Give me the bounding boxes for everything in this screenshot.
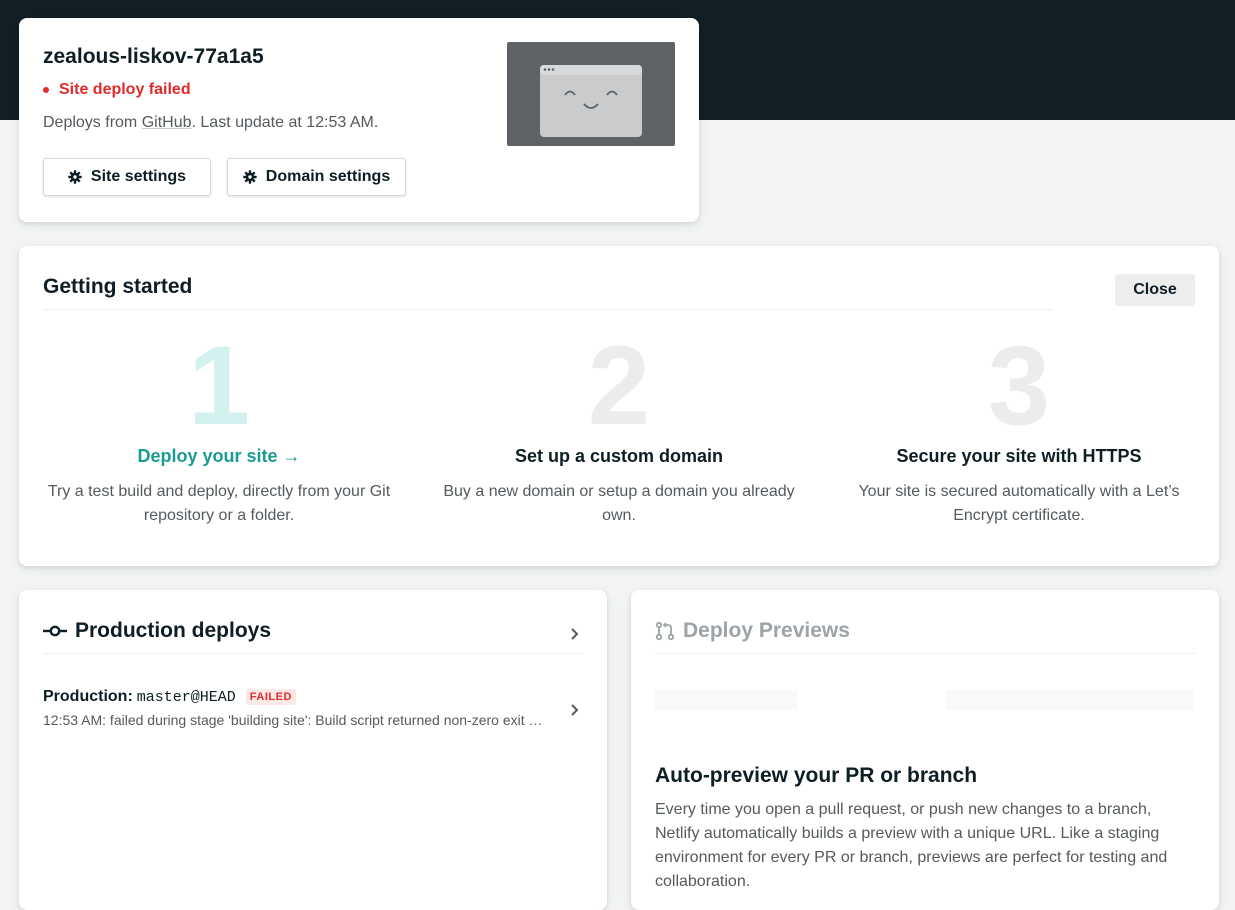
- step-title: Set up a custom domain: [514, 446, 724, 466]
- github-link[interactable]: GitHub: [142, 114, 192, 131]
- getting-started-title: Getting started: [43, 275, 193, 298]
- placeholder-bar: [655, 690, 797, 710]
- placeholder-bar: [946, 690, 1194, 710]
- deploy-info-prefix: Deploys from: [43, 114, 142, 131]
- step-number: 3: [987, 323, 1051, 448]
- divider: [43, 309, 1053, 310]
- step-description: Your site is secured automatically with …: [858, 483, 1180, 524]
- commit-icon: [43, 625, 67, 637]
- chevron-right-icon[interactable]: [570, 627, 580, 641]
- gear-icon: [68, 170, 82, 184]
- step-custom-domain: 2 Set up a custom domain Buy a new domai…: [429, 323, 809, 528]
- deploy-previews-title: Deploy Previews: [683, 619, 850, 642]
- step-title-text: Deploy your site: [137, 446, 278, 466]
- production-deploys-title: Production deploys: [75, 619, 272, 642]
- site-overview-card: zealous-liskov-77a1a5 Site deploy failed…: [19, 18, 699, 222]
- deploy-status-text[interactable]: Site deploy failed: [59, 81, 191, 99]
- gear-icon: [243, 170, 257, 184]
- step-description: Buy a new domain or setup a domain you a…: [443, 483, 795, 524]
- step-https: 3 Secure your site with HTTPS Your site …: [829, 323, 1209, 528]
- failed-badge: FAILED: [245, 689, 296, 705]
- step-deploy-site: 1 Deploy your site → Try a test build an…: [29, 323, 409, 528]
- auto-preview-description: Every time you open a pull request, or p…: [655, 801, 1168, 890]
- deploy-info: Deploys from GitHub. Last update at 12:5…: [43, 114, 378, 132]
- site-preview-thumbnail[interactable]: [507, 42, 675, 146]
- chevron-right-icon[interactable]: [570, 703, 580, 717]
- deploy-previews-header: Deploy Previews: [655, 619, 850, 643]
- step-title: Secure your site with HTTPS: [896, 446, 1142, 466]
- pull-request-icon: [655, 621, 675, 641]
- step-description: Try a test build and deploy, directly fr…: [47, 483, 391, 524]
- deploy-header: Production: master@HEAD FAILED: [43, 688, 584, 706]
- arrow-right-icon: →: [282, 446, 301, 466]
- domain-settings-label: Domain settings: [265, 168, 391, 185]
- browser-smiley-icon: [540, 65, 642, 137]
- site-settings-label: Site settings: [90, 168, 187, 185]
- close-button[interactable]: Close: [1115, 274, 1195, 306]
- deploy-list-item[interactable]: Production: master@HEAD FAILED 12:53 AM:…: [43, 688, 584, 728]
- deploy-info-suffix: . Last update at 12:53 AM.: [191, 114, 379, 131]
- site-settings-button[interactable]: Site settings: [43, 158, 211, 196]
- deploy-message: 12:53 AM: failed during stage 'building …: [43, 712, 548, 728]
- step-number: 2: [587, 323, 651, 448]
- deploy-site-link[interactable]: Deploy your site →: [29, 446, 409, 467]
- step-number: 1: [187, 323, 251, 448]
- divider: [655, 653, 1195, 654]
- site-name: zealous-liskov-77a1a5: [43, 45, 264, 68]
- deploy-previews-card: Deploy Previews Auto-preview your PR or …: [631, 590, 1219, 910]
- status-dot-icon: [43, 87, 49, 93]
- auto-preview-heading: Auto-preview your PR or branch: [655, 764, 978, 787]
- production-deploys-card: Production deploys Production: master@HE…: [19, 590, 607, 910]
- deploy-status: Site deploy failed: [43, 81, 191, 99]
- deploy-branch: master@HEAD: [136, 688, 236, 706]
- getting-started-card: Getting started Close 1 Deploy your site…: [19, 246, 1219, 566]
- domain-settings-button[interactable]: Domain settings: [227, 158, 406, 196]
- divider: [43, 653, 584, 654]
- production-deploys-link[interactable]: Production deploys: [43, 619, 271, 643]
- deploy-context-label: Production:: [43, 688, 133, 705]
